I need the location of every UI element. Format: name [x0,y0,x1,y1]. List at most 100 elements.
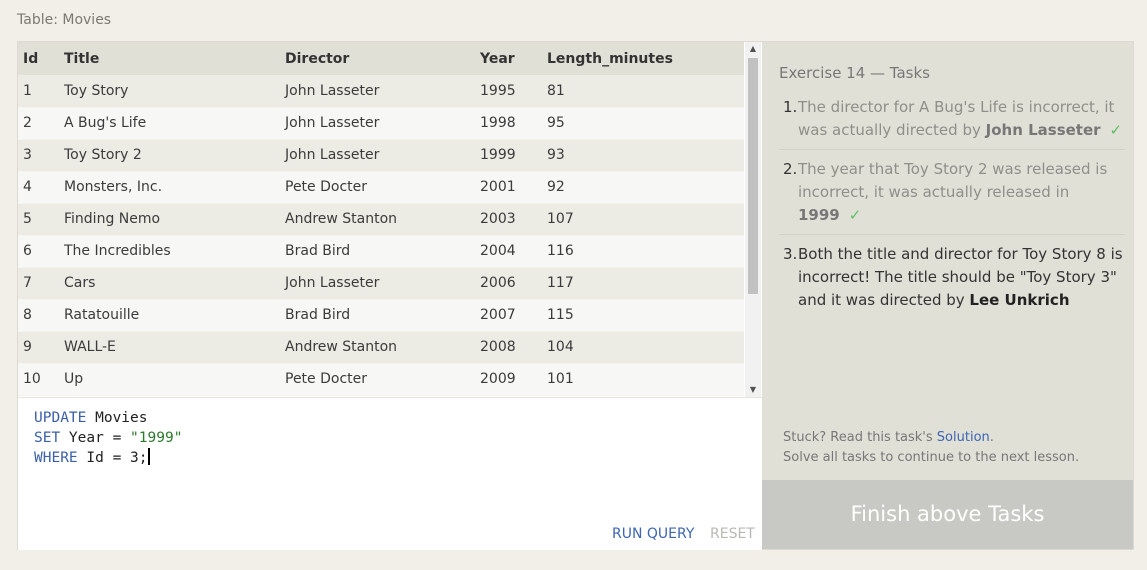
cell-length: 92 [542,171,744,204]
cell-director: John Lasseter [280,107,475,140]
task-item: 3. Both the title and director for Toy S… [779,243,1125,319]
continue-text: Solve all tasks to continue to the next … [783,450,1080,465]
task-number: 3. [783,245,798,263]
table-header-row: Id Title Director Year Length_minutes [18,42,744,75]
cell-year: 1998 [475,107,542,140]
cell-length: 95 [542,107,744,140]
run-query-button[interactable]: RUN QUERY [612,526,694,542]
task-item: 1. The director for A Bug's Life is inco… [779,96,1125,150]
cell-year: 2004 [475,235,542,268]
text-cursor [147,448,150,465]
cell-director: Pete Docter [280,171,475,204]
table-row: 9 WALL-E Andrew Stanton 2008 104 [18,331,744,364]
table-row: 1 Toy Story John Lasseter 1995 81 [18,75,744,108]
cell-title: Toy Story [59,75,280,108]
task-list: 1. The director for A Bug's Life is inco… [779,96,1125,327]
cell-length: 93 [542,139,744,172]
tasks-panel: Exercise 14 — Tasks 1. The director for … [762,42,1133,480]
cell-year: 2001 [475,171,542,204]
table-row: 8 Ratatouille Brad Bird 2007 115 [18,299,744,332]
cell-year: 2007 [475,299,542,332]
column-header-year: Year [475,42,542,75]
solution-link[interactable]: Solution [937,430,990,445]
cell-title: Up [59,363,280,396]
table-row: 5 Finding Nemo Andrew Stanton 2003 107 [18,203,744,236]
cell-id: 3 [18,139,59,172]
cell-director: Brad Bird [280,235,475,268]
cell-id: 7 [18,267,59,300]
cell-director: Pete Docter [280,363,475,396]
sql-keyword: UPDATE [34,410,87,426]
cell-id: 2 [18,107,59,140]
cell-year: 2003 [475,203,542,236]
task-number: 1. [783,98,798,116]
tasks-title: Exercise 14 — Tasks [779,64,930,82]
task-emphasis: Lee Unkrich [969,291,1070,309]
finish-tasks-button[interactable]: Finish above Tasks [762,480,1133,549]
sql-string: "1999" [130,430,183,446]
results-table-area: Id Title Director Year Length_minutes 1 … [18,42,762,397]
cell-year: 2009 [475,363,542,396]
scroll-thumb[interactable] [748,58,758,294]
reset-button[interactable]: RESET [710,526,755,542]
cell-title: Ratatouille [59,299,280,332]
cell-length: 115 [542,299,744,332]
task-emphasis: 1999 [798,206,840,224]
cell-length: 116 [542,235,744,268]
cell-director: Brad Bird [280,299,475,332]
task-number: 2. [783,160,798,178]
column-header-length: Length_minutes [542,42,744,75]
cell-director: John Lasseter [280,139,475,172]
stuck-prefix: Stuck? Read this task's [783,430,937,445]
sql-text: Movies [86,410,148,426]
cell-length: 117 [542,267,744,300]
stuck-suffix: . [989,430,994,445]
table-scrollbar[interactable]: ▲ ▼ [745,42,761,397]
cell-length: 104 [542,331,744,364]
task-item: 2. The year that Toy Story 2 was release… [779,158,1125,235]
table-row: 2 A Bug's Life John Lasseter 1998 95 [18,107,744,140]
cell-id: 9 [18,331,59,364]
cell-title: Cars [59,267,280,300]
sql-text: Year = [60,430,131,446]
table-row: 7 Cars John Lasseter 2006 117 [18,267,744,300]
cell-director: John Lasseter [280,75,475,108]
task-text: The year that Toy Story 2 was released i… [798,160,1108,201]
cell-year: 1999 [475,139,542,172]
cell-year: 1995 [475,75,542,108]
cell-length: 101 [542,363,744,396]
cell-director: Andrew Stanton [280,331,475,364]
sql-code[interactable]: UPDATE Movies SET Year = "1999" WHERE Id… [34,408,182,468]
cell-id: 4 [18,171,59,204]
column-header-title: Title [59,42,280,75]
cell-length: 107 [542,203,744,236]
cell-id: 8 [18,299,59,332]
table-row: 4 Monsters, Inc. Pete Docter 2001 92 [18,171,744,204]
cell-year: 2008 [475,331,542,364]
table-row: 6 The Incredibles Brad Bird 2004 116 [18,235,744,268]
help-text: Stuck? Read this task's Solution. Solve … [783,428,1079,468]
column-header-director: Director [280,42,475,75]
cell-title: A Bug's Life [59,107,280,140]
cell-title: Monsters, Inc. [59,171,280,204]
cell-title: WALL-E [59,331,280,364]
cell-id: 5 [18,203,59,236]
results-table: Id Title Director Year Length_minutes 1 … [18,42,744,396]
cell-id: 1 [18,75,59,108]
checkmark-icon: ✓ [1109,121,1123,139]
task-text: Both the title and director for Toy Stor… [798,245,1123,309]
sql-keyword: SET [34,430,61,446]
cell-year: 2006 [475,267,542,300]
table-row: 10 Up Pete Docter 2009 101 [18,363,744,396]
cell-length: 81 [542,75,744,108]
scroll-up-arrow-icon[interactable]: ▲ [745,42,761,56]
cell-title: Toy Story 2 [59,139,280,172]
sql-text: Id = 3; [77,450,148,466]
cell-director: Andrew Stanton [280,203,475,236]
scroll-down-arrow-icon[interactable]: ▼ [745,383,761,397]
sql-editor[interactable]: UPDATE Movies SET Year = "1999" WHERE Id… [18,397,762,550]
column-header-id: Id [18,42,59,75]
cell-title: Finding Nemo [59,203,280,236]
exercise-panel: Id Title Director Year Length_minutes 1 … [17,41,1134,550]
table-row: 3 Toy Story 2 John Lasseter 1999 93 [18,139,744,172]
